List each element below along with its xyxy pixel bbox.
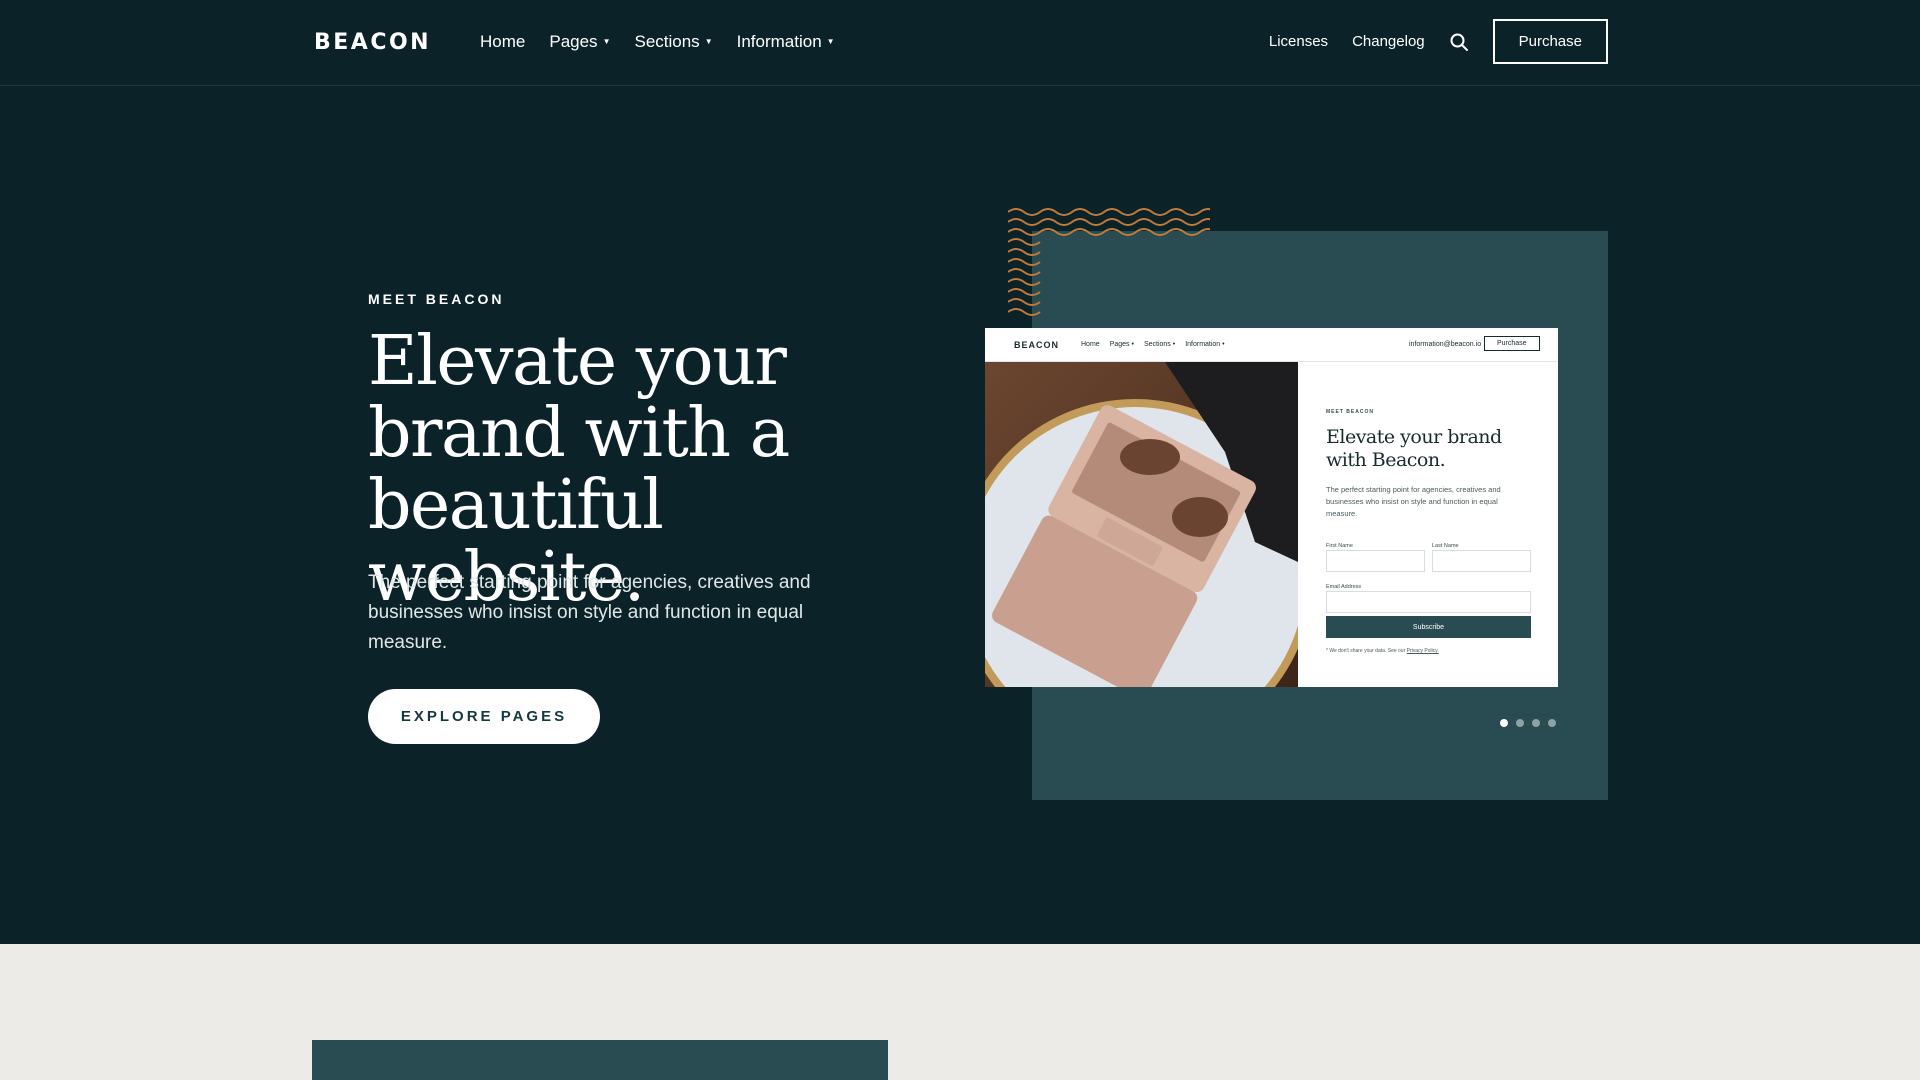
hero-subtext: The perfect starting point for agencies,… bbox=[368, 572, 811, 653]
mockup-first-name-field bbox=[1326, 550, 1425, 572]
carousel-dot[interactable] bbox=[1500, 719, 1508, 727]
caret-down-icon: ▼ bbox=[602, 37, 611, 46]
top-navigation: BEACON Home Pages ▼ Sections ▼ Informati… bbox=[0, 0, 1920, 86]
main-menu: Home Pages ▼ Sections ▼ Information ▼ bbox=[480, 32, 835, 52]
next-section bbox=[0, 944, 1920, 1080]
nav-item-label: Information bbox=[736, 32, 822, 51]
mockup-last-name-field bbox=[1432, 550, 1531, 572]
laptop-photo bbox=[985, 362, 1298, 687]
nav-item-pages[interactable]: Pages ▼ bbox=[549, 32, 610, 52]
nav-item-label: Sections bbox=[634, 32, 700, 51]
mockup-text: The perfect starting point for agencies,… bbox=[1326, 485, 1501, 518]
caret-down-icon: ▼ bbox=[704, 37, 713, 46]
mockup-logo: BEACON bbox=[1014, 340, 1060, 350]
nav-item-label: Pages bbox=[549, 32, 598, 51]
website-preview-mockup: BEACON Home Pages • Sections • Informati… bbox=[985, 328, 1558, 687]
nav-item-label: Home bbox=[480, 32, 526, 51]
mockup-title: Elevate your brand with Beacon. bbox=[1326, 426, 1502, 471]
mockup-subscribe-button: Subscribe bbox=[1326, 616, 1531, 638]
carousel-pagination bbox=[1500, 719, 1556, 727]
nav-link-changelog[interactable]: Changelog bbox=[1352, 33, 1425, 50]
mockup-purchase-button: Purchase bbox=[1484, 336, 1540, 351]
nav-item-information[interactable]: Information ▼ bbox=[737, 32, 835, 52]
mockup-nav-item: Pages • bbox=[1109, 341, 1134, 348]
nav-right-group: Licenses Changelog Purchase bbox=[1269, 19, 1608, 64]
purchase-button[interactable]: Purchase bbox=[1492, 19, 1608, 64]
carousel-dot[interactable] bbox=[1516, 719, 1524, 727]
wave-pattern-decoration bbox=[1008, 208, 1210, 316]
mockup-eyebrow: MEET BEACON bbox=[1326, 409, 1374, 415]
mockup-nav-item: Information • bbox=[1185, 341, 1225, 348]
carousel-dot[interactable] bbox=[1532, 719, 1540, 727]
mockup-email: information@beacon.io bbox=[1409, 341, 1482, 348]
mockup-email-label: Email Address bbox=[1326, 584, 1362, 590]
mockup-navigation: BEACON Home Pages • Sections • Informati… bbox=[985, 328, 1558, 362]
mockup-last-name-label: Last Name bbox=[1432, 543, 1459, 549]
search-icon[interactable] bbox=[1449, 32, 1469, 52]
caret-down-icon: ▼ bbox=[826, 37, 835, 46]
explore-pages-button[interactable]: EXPLORE PAGES bbox=[368, 689, 600, 744]
mockup-note-text: * We don't share your data. See our bbox=[1326, 648, 1406, 654]
mockup-menu: Home Pages • Sections • Information • bbox=[1081, 341, 1225, 348]
nav-item-sections[interactable]: Sections ▼ bbox=[634, 32, 712, 52]
carousel-dot[interactable] bbox=[1548, 719, 1556, 727]
nav-item-home[interactable]: Home bbox=[480, 32, 525, 52]
feature-block bbox=[312, 1040, 888, 1080]
mockup-nav-item: Home bbox=[1081, 341, 1100, 348]
brand-logo[interactable]: BEACON bbox=[314, 30, 431, 55]
mockup-privacy-link: Privacy Policy. bbox=[1406, 648, 1439, 654]
nav-link-licenses[interactable]: Licenses bbox=[1269, 33, 1328, 50]
mockup-first-name-label: First Name bbox=[1326, 543, 1353, 549]
mockup-privacy-note: * We don't share your data. See our Priv… bbox=[1326, 648, 1439, 654]
hero-eyebrow: MEET BEACON bbox=[368, 291, 505, 307]
mockup-nav-item: Sections • bbox=[1143, 341, 1176, 348]
mockup-email-field bbox=[1326, 591, 1531, 613]
